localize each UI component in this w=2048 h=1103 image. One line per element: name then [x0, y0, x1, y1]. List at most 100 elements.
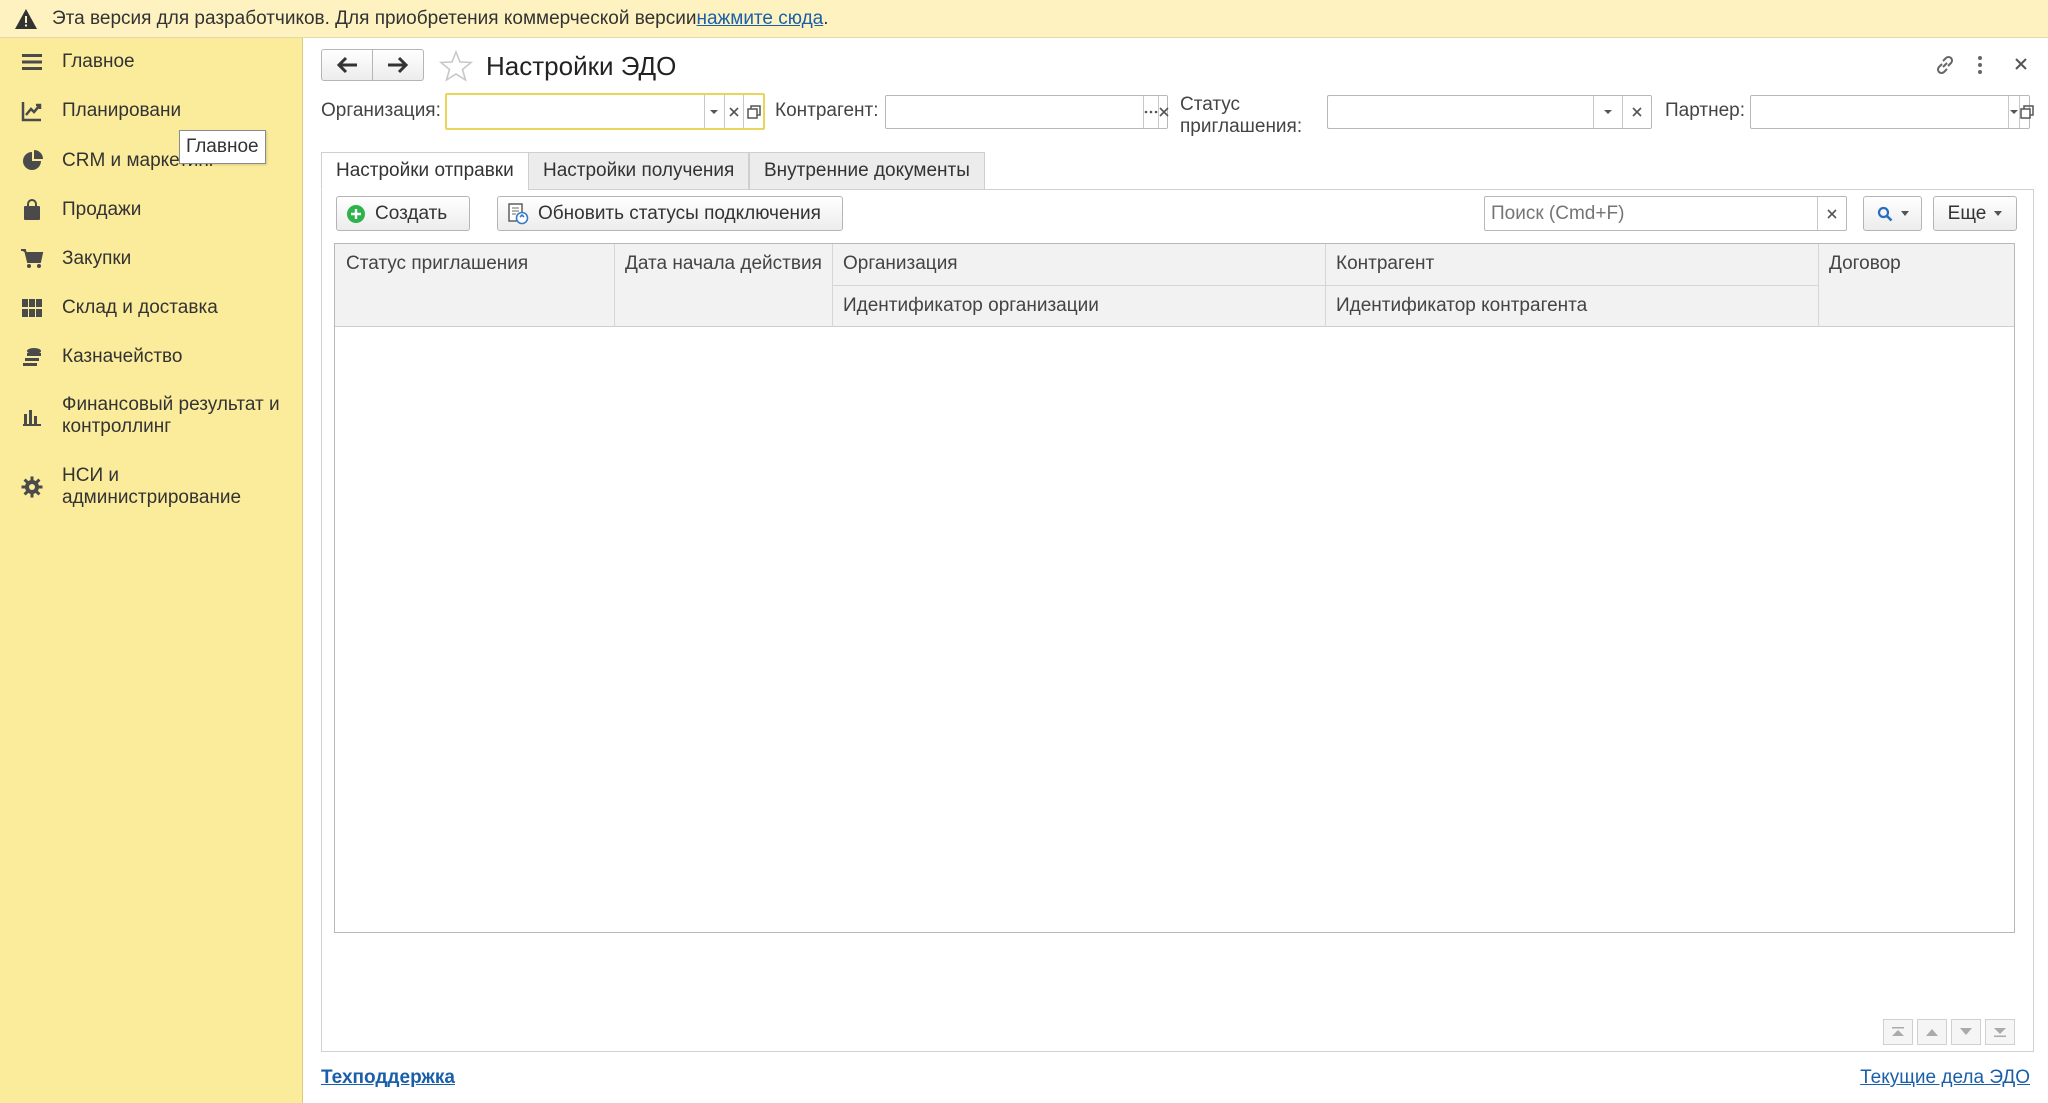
clear-button[interactable] [723, 95, 744, 128]
create-button-label: Создать [375, 202, 448, 224]
sidebar-item-purchases[interactable]: Закупки [0, 246, 303, 272]
col-header-counterparty[interactable]: Контрагент [1325, 253, 1434, 275]
more-button-label: Еще [1947, 202, 1987, 224]
chevron-down-icon [1994, 211, 2003, 216]
dropdown-button[interactable] [1593, 96, 1622, 128]
sidebar-item-warehouse[interactable]: Склад и доставка [0, 295, 303, 321]
org-field[interactable] [445, 93, 765, 130]
col-header-status[interactable]: Статус приглашения [335, 253, 528, 275]
clear-icon [1827, 208, 1837, 219]
open-window-icon [2020, 105, 2034, 119]
refresh-statuses-button[interactable]: Обновить статусы подключения [497, 196, 843, 231]
search-icon [1877, 206, 1892, 221]
gear-icon [20, 475, 44, 499]
buy-commercial-link[interactable]: нажмите сюда [696, 8, 823, 30]
scroll-down-button[interactable] [1951, 1019, 1981, 1045]
sidebar-item-label: НСИ и администрирование [62, 465, 242, 508]
sidebar-item-label: Финансовый результат и контроллинг [62, 394, 280, 437]
search-button[interactable] [1863, 196, 1922, 231]
support-link[interactable]: Техподдержка [321, 1067, 455, 1089]
col-header-organization[interactable]: Организация [832, 253, 958, 275]
tab-internal-documents[interactable]: Внутренние документы [749, 152, 985, 190]
sidebar-item-planning[interactable]: Планировани [0, 98, 303, 124]
chevron-down-icon [710, 109, 719, 114]
more-vertical-icon[interactable] [1973, 53, 1987, 77]
col-header-counterparty-id[interactable]: Идентификатор контрагента [1325, 295, 1587, 317]
link-icon[interactable] [1933, 53, 1957, 77]
counterparty-field[interactable] [885, 95, 1169, 129]
open-button[interactable] [743, 95, 763, 128]
partner-label: Партнер: [1665, 100, 1745, 121]
close-icon[interactable] [2013, 56, 2029, 72]
arrow-left-icon [336, 56, 357, 74]
sidebar-item-sales[interactable]: Продажи [0, 197, 303, 223]
refresh-button-label: Обновить статусы подключения [538, 202, 821, 224]
header-row-divider [832, 285, 1818, 286]
planning-icon [20, 99, 44, 123]
sidebar-item-label: Закупки [62, 248, 132, 269]
clear-search-button[interactable] [1817, 197, 1846, 230]
clear-button[interactable] [1158, 96, 1169, 128]
double-chevron-down-icon [1994, 1028, 2006, 1037]
counterparty-input[interactable] [886, 96, 1143, 128]
page-title: Настройки ЭДО [486, 51, 677, 81]
scroll-up-button[interactable] [1917, 1019, 1947, 1045]
table-header: Статус приглашения Дата начала действия … [335, 244, 2014, 327]
arrow-right-icon [388, 56, 409, 74]
scroll-to-top-button[interactable] [1883, 1019, 1913, 1045]
partner-input[interactable] [1751, 96, 2008, 128]
chevron-down-icon [1604, 110, 1612, 114]
partner-field[interactable] [1750, 95, 2034, 129]
banner-text: Эта версия для разработчиков. Для приобр… [52, 7, 697, 29]
clear-icon [1159, 107, 1169, 117]
current-tasks-link[interactable]: Текущие дела ЭДО [1860, 1067, 2030, 1089]
chevron-down-icon [1900, 211, 1909, 216]
more-button[interactable]: Еще [1933, 196, 2017, 231]
col-header-contract[interactable]: Договор [1818, 253, 1901, 275]
chevron-down-icon [2010, 110, 2018, 114]
chevron-down-icon [1960, 1028, 1972, 1035]
tab-receive-settings[interactable]: Настройки получения [528, 152, 750, 190]
dropdown-button[interactable] [2008, 96, 2019, 128]
open-window-icon [746, 104, 761, 119]
cart-icon [20, 247, 44, 271]
back-button[interactable] [321, 49, 373, 81]
status-field[interactable] [1327, 95, 1652, 129]
org-input[interactable] [447, 95, 704, 128]
sidebar-tooltip: Главное [179, 130, 266, 164]
sidebar-item-finance[interactable]: Финансовый результат и контроллинг [0, 393, 303, 439]
sidebar-item-label: Планировани [62, 100, 182, 121]
grid-icon [20, 296, 44, 320]
open-button[interactable] [2019, 96, 2034, 128]
pie-chart-icon [20, 149, 44, 173]
banner-suffix: . [823, 7, 829, 29]
search-field[interactable] [1484, 196, 1847, 231]
double-chevron-up-icon [1892, 1027, 1904, 1036]
plus-circle-icon [347, 204, 365, 223]
sidebar-item-treasury[interactable]: Казначейство [0, 344, 303, 370]
select-button[interactable] [1143, 96, 1158, 128]
scroll-to-bottom-button[interactable] [1985, 1019, 2015, 1045]
clear-icon [729, 106, 739, 117]
menu-icon [20, 50, 44, 74]
tab-send-settings[interactable]: Настройки отправки [321, 152, 529, 190]
create-button[interactable]: Создать [336, 196, 470, 231]
warning-icon [15, 8, 37, 29]
refresh-document-icon [508, 202, 529, 224]
col-header-organization-id[interactable]: Идентификатор организации [832, 295, 1099, 317]
sidebar-item-admin[interactable]: НСИ и администрирование [0, 464, 303, 510]
status-input[interactable] [1328, 96, 1593, 128]
dev-version-banner: Эта версия для разработчиков. Для приобр… [0, 0, 2048, 38]
org-label: Организация: [321, 100, 441, 121]
sidebar-item-label: Казначейство [62, 346, 183, 367]
clear-button[interactable] [1622, 96, 1651, 128]
search-input[interactable] [1485, 197, 1817, 230]
favorite-star-icon[interactable] [439, 50, 473, 82]
forward-button[interactable] [372, 49, 424, 81]
dropdown-button[interactable] [704, 95, 724, 128]
sidebar-item-main[interactable]: Главное [0, 49, 303, 75]
sidebar-item-label: Продажи [62, 199, 142, 220]
ellipsis-icon [1144, 110, 1158, 114]
col-header-start-date[interactable]: Дата начала действия [614, 253, 822, 275]
status-label: Статус приглашения: [1180, 94, 1303, 137]
